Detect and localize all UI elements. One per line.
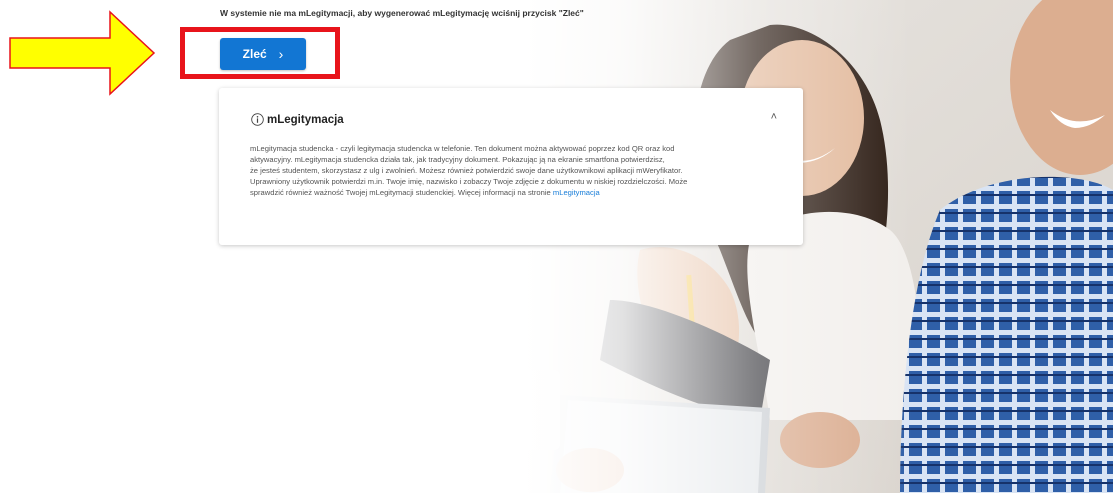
page: W systemie nie ma mLegitymacji, aby wyge… (0, 0, 1113, 493)
description-line: mLegitymacja studencka - czyli legitymac… (250, 144, 675, 153)
card-title: mLegitymacja (267, 113, 344, 126)
chevron-up-icon[interactable]: ˄ (771, 112, 777, 123)
yellow-arrow-icon (8, 10, 156, 101)
chevron-right-icon: › (278, 46, 284, 62)
description-line: że jesteś studentem, skorzystasz z ulg i… (250, 166, 683, 176)
description-line: aktywacyjny. mLegitymacja studencka dzia… (250, 155, 665, 165)
background-photo (520, 0, 1113, 493)
order-button[interactable]: Zleć › (220, 38, 306, 70)
description-line-last: sprawdzić również ważność Twojej mLegity… (250, 187, 780, 198)
mlegitymacja-link[interactable]: mLegitymacja (553, 188, 600, 197)
description-line: Uprawniony użytkownik potwierdzi m.in. T… (250, 177, 688, 187)
description-line-text: sprawdzić również ważność Twojej mLegity… (250, 188, 553, 198)
mlegitymacja-card: mLegitymacja ˄ mLegitymacja studencka - … (219, 88, 803, 245)
card-header: mLegitymacja (251, 113, 344, 126)
info-icon (251, 113, 264, 126)
order-button-label: Zleć (242, 47, 267, 61)
instruction-text: W systemie nie ma mLegitymacji, aby wyge… (220, 8, 584, 18)
card-description: mLegitymacja studencka - czyli legitymac… (250, 143, 780, 198)
